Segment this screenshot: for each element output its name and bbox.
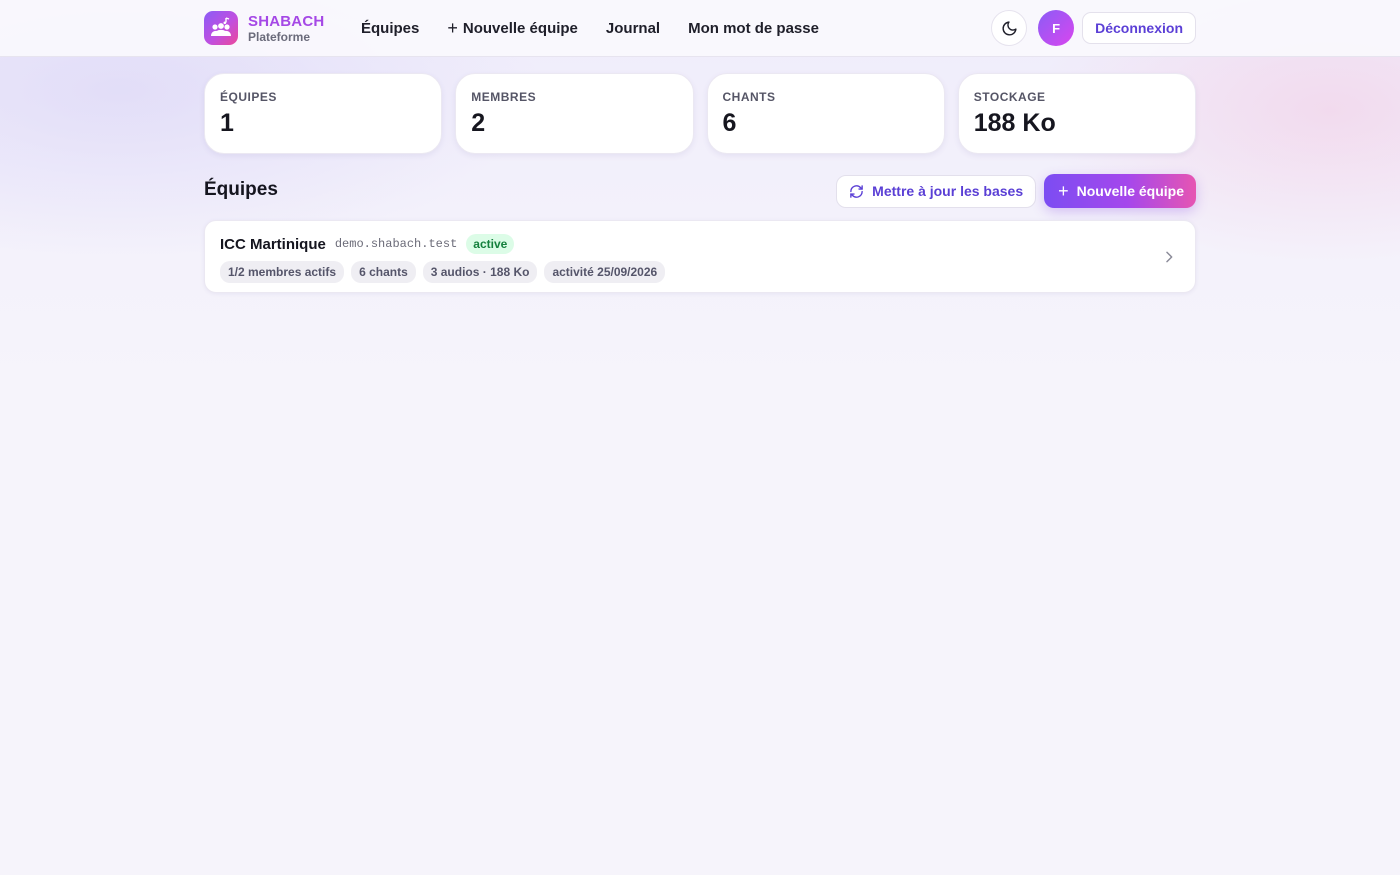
stat-value: 1 bbox=[220, 109, 234, 137]
teams-section-header: Équipes Mettre à jour les bases + Nouvel… bbox=[204, 174, 1196, 208]
activity-chip: activité 25/09/2026 bbox=[544, 261, 666, 283]
plus-icon: + bbox=[447, 18, 458, 38]
stat-value: 6 bbox=[722, 109, 737, 137]
section-actions: Mettre à jour les bases + Nouvelle équip… bbox=[836, 174, 1196, 208]
music-group-icon bbox=[204, 11, 238, 45]
team-domain: demo.shabach.test bbox=[334, 237, 458, 251]
main-nav: Équipes + Nouvelle équipe Journal Mon mo… bbox=[361, 0, 847, 56]
stat-card-teams: ÉQUIPES 1 bbox=[204, 73, 443, 154]
chevron-right-icon bbox=[1166, 251, 1173, 263]
stat-label: STOCKAGE bbox=[973, 90, 1046, 104]
avatar[interactable]: F bbox=[1038, 10, 1075, 46]
update-bases-button[interactable]: Mettre à jour les bases bbox=[836, 174, 1037, 208]
brand-name: SHABACH bbox=[248, 12, 325, 30]
stat-label: ÉQUIPES bbox=[220, 90, 277, 104]
stat-card-storage: STOCKAGE 188 Ko bbox=[957, 73, 1196, 154]
team-name: ICC Martinique bbox=[220, 235, 326, 253]
new-team-label: Nouvelle équipe bbox=[1076, 183, 1184, 199]
nav-link-new-team-label: Nouvelle équipe bbox=[462, 19, 578, 37]
team-meta-chips: 1/2 membres actifs 6 chants 3 audios · 1… bbox=[220, 261, 666, 283]
header-tools: F Déconnexion bbox=[991, 10, 1196, 46]
stat-card-members: MEMBRES 2 bbox=[455, 73, 694, 154]
update-bases-label: Mettre à jour les bases bbox=[872, 183, 1024, 199]
status-badge: active bbox=[466, 234, 515, 254]
nav-link-new-team[interactable]: + Nouvelle équipe bbox=[447, 19, 578, 37]
stat-card-songs: CHANTS 6 bbox=[706, 73, 945, 154]
stat-value: 188 Ko bbox=[973, 109, 1056, 137]
brand-subtitle: Plateforme bbox=[248, 29, 311, 44]
audios-chip: 3 audios · 188 Ko bbox=[422, 261, 538, 283]
stat-value: 2 bbox=[471, 109, 486, 137]
refresh-icon bbox=[850, 184, 863, 198]
moon-icon bbox=[1002, 20, 1017, 35]
songs-chip: 6 chants bbox=[351, 261, 416, 283]
new-team-button[interactable]: + Nouvelle équipe bbox=[1044, 174, 1196, 208]
team-row[interactable]: ICC Martinique demo.shabach.test active … bbox=[204, 220, 1196, 293]
top-navigation-bar: SHABACH Plateforme Équipes + Nouvelle éq… bbox=[0, 0, 1400, 57]
section-title: Équipes bbox=[204, 179, 278, 200]
stat-label: CHANTS bbox=[722, 90, 776, 104]
nav-link-teams[interactable]: Équipes bbox=[361, 20, 419, 37]
nav-link-journal[interactable]: Journal bbox=[606, 20, 660, 37]
theme-toggle-button[interactable] bbox=[991, 10, 1028, 46]
members-chip: 1/2 membres actifs bbox=[220, 261, 345, 283]
stats-row: ÉQUIPES 1 MEMBRES 2 CHANTS 6 STOCKAGE 18… bbox=[204, 73, 1196, 154]
stat-label: MEMBRES bbox=[471, 90, 537, 104]
logout-button[interactable]: Déconnexion bbox=[1082, 12, 1196, 44]
nav-link-password[interactable]: Mon mot de passe bbox=[688, 20, 819, 37]
plus-icon: + bbox=[1058, 181, 1069, 201]
brand[interactable]: SHABACH Plateforme bbox=[204, 11, 324, 45]
